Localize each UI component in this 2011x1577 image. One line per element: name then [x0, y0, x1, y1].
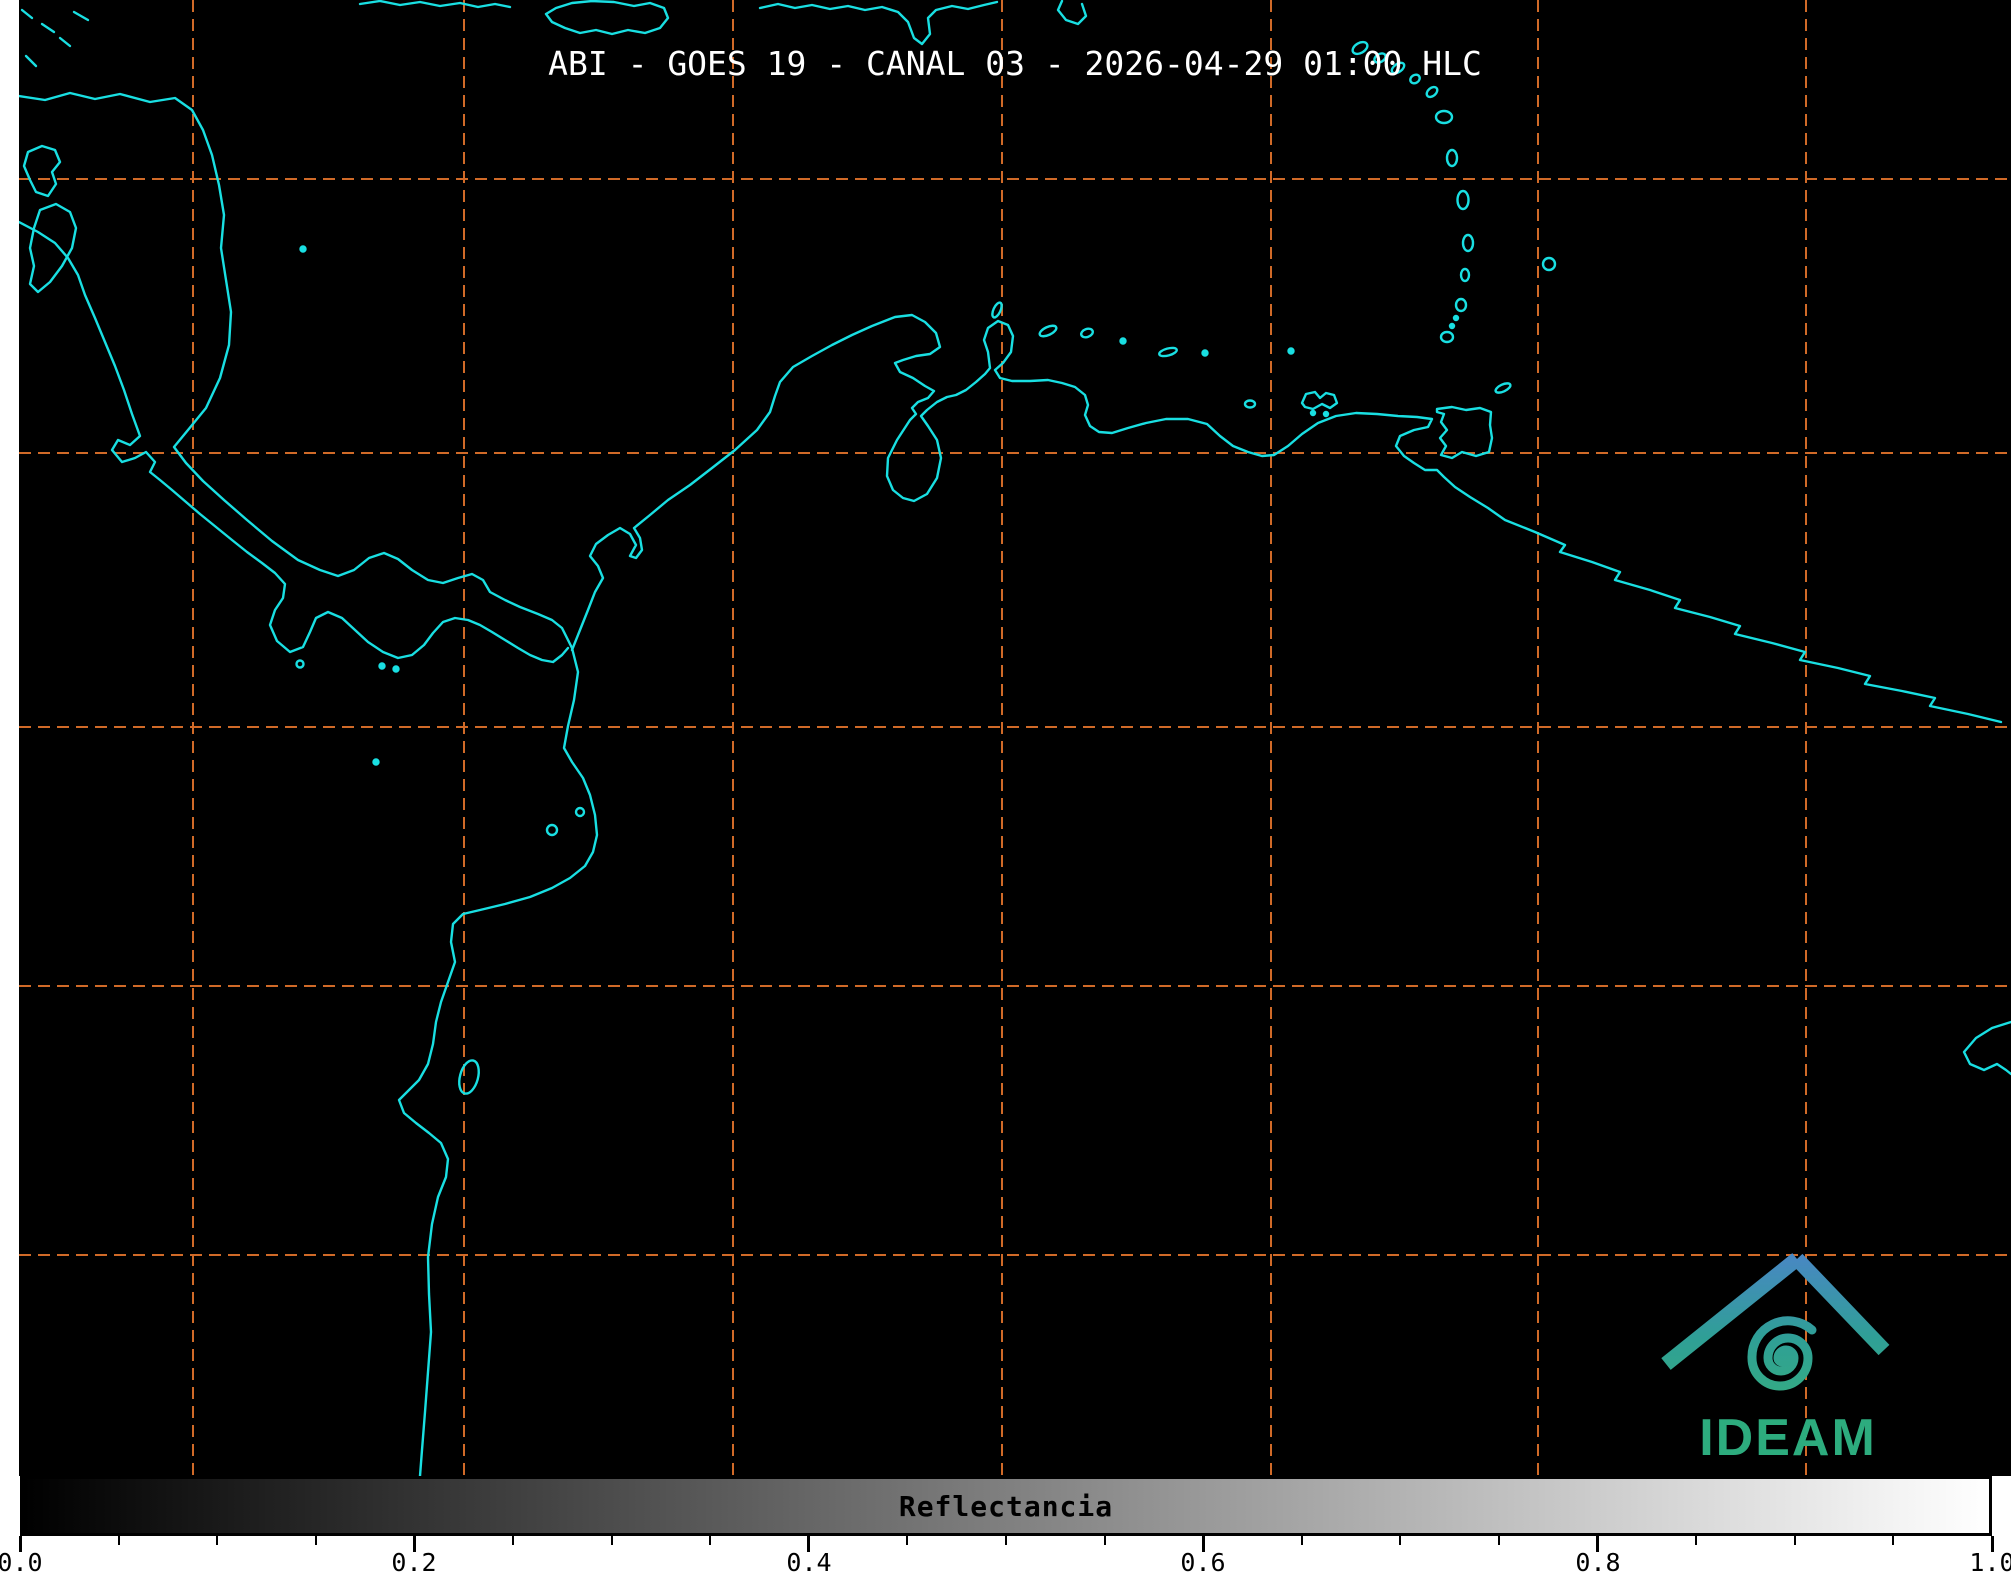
colorbar-minor-tick — [1399, 1536, 1402, 1545]
colorbar-minor-tick — [1793, 1536, 1796, 1545]
colorbar-tick-label: 1.0 — [1969, 1548, 2011, 1577]
colorbar-tick-label: 0.6 — [1180, 1548, 1226, 1577]
colorbar-minor-tick — [512, 1536, 514, 1545]
colorbar-minor-tick — [216, 1536, 219, 1545]
colorbar-minor-tick — [1300, 1536, 1303, 1545]
colorbar-minor-tick — [1892, 1536, 1895, 1545]
colorbar-minor-tick — [117, 1536, 120, 1545]
reflectance-colorbar: Reflectancia — [20, 1476, 1992, 1536]
colorbar-tick-label: 0.2 — [391, 1548, 437, 1577]
colorbar-tick-label: 0.8 — [1575, 1548, 1621, 1577]
colorbar-label: Reflectancia — [898, 1489, 1114, 1523]
satellite-image-viewport: ABI - GOES 19 - CANAL 03 - 2026-04-29 01… — [0, 0, 2011, 1577]
colorbar-minor-tick — [1695, 1536, 1698, 1545]
image-title: ABI - GOES 19 - CANAL 03 - 2026-04-29 01… — [548, 44, 1482, 83]
colorbar-tick-label: 0.0 — [0, 1548, 43, 1577]
colorbar-minor-tick — [314, 1536, 317, 1545]
colorbar-minor-tick — [906, 1536, 909, 1545]
goes-satellite-map — [19, 0, 2011, 1476]
ideam-wordmark: IDEAM — [1699, 1409, 1877, 1467]
colorbar-minor-tick — [1005, 1536, 1007, 1545]
colorbar-minor-tick — [1103, 1536, 1106, 1545]
colorbar-minor-tick — [709, 1536, 712, 1545]
colorbar-minor-tick — [610, 1536, 613, 1545]
colorbar-minor-tick — [1498, 1536, 1500, 1545]
colorbar-tick-label: 0.4 — [786, 1548, 832, 1577]
